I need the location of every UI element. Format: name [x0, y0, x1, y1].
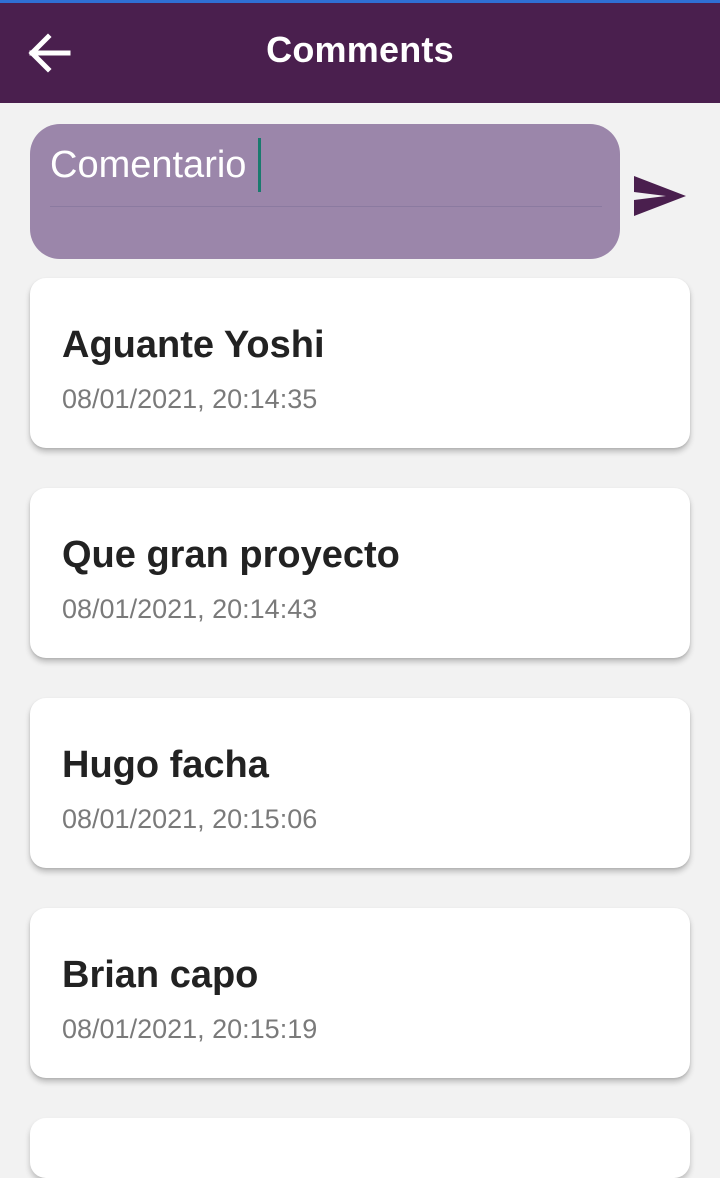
arrow-left-icon: [28, 33, 71, 73]
comment-timestamp: 08/01/2021, 20:14:43: [62, 594, 318, 624]
input-underline: [50, 206, 602, 207]
text-caret: [258, 138, 261, 192]
comment-card[interactable]: Hugo facha 08/01/2021, 20:15:06: [30, 698, 690, 868]
comment-input[interactable]: [50, 136, 602, 194]
app-bar: Comments: [0, 3, 720, 103]
comment-card[interactable]: Brian capo 08/01/2021, 20:15:19: [30, 908, 690, 1078]
comment-timestamp: 08/01/2021, 20:15:19: [62, 1014, 318, 1044]
comment-text: Que gran proyecto: [62, 534, 400, 576]
comment-text: Brian capo: [62, 954, 259, 996]
comment-composer: [30, 124, 620, 259]
comment-card[interactable]: Que gran proyecto 08/01/2021, 20:14:43: [30, 488, 690, 658]
back-button[interactable]: [22, 29, 78, 77]
comment-text: Aguante Yoshi: [62, 324, 325, 366]
comment-card-partial[interactable]: [30, 1118, 690, 1178]
comment-card[interactable]: Aguante Yoshi 08/01/2021, 20:14:35: [30, 278, 690, 448]
send-button[interactable]: [628, 166, 692, 226]
send-icon: [634, 176, 686, 216]
comment-text: Hugo facha: [62, 744, 269, 786]
comment-timestamp: 08/01/2021, 20:15:06: [62, 804, 318, 834]
page-title: Comments: [266, 29, 454, 70]
comments-list: Aguante Yoshi 08/01/2021, 20:14:35 Que g…: [30, 278, 690, 1118]
comment-timestamp: 08/01/2021, 20:14:35: [62, 384, 318, 414]
